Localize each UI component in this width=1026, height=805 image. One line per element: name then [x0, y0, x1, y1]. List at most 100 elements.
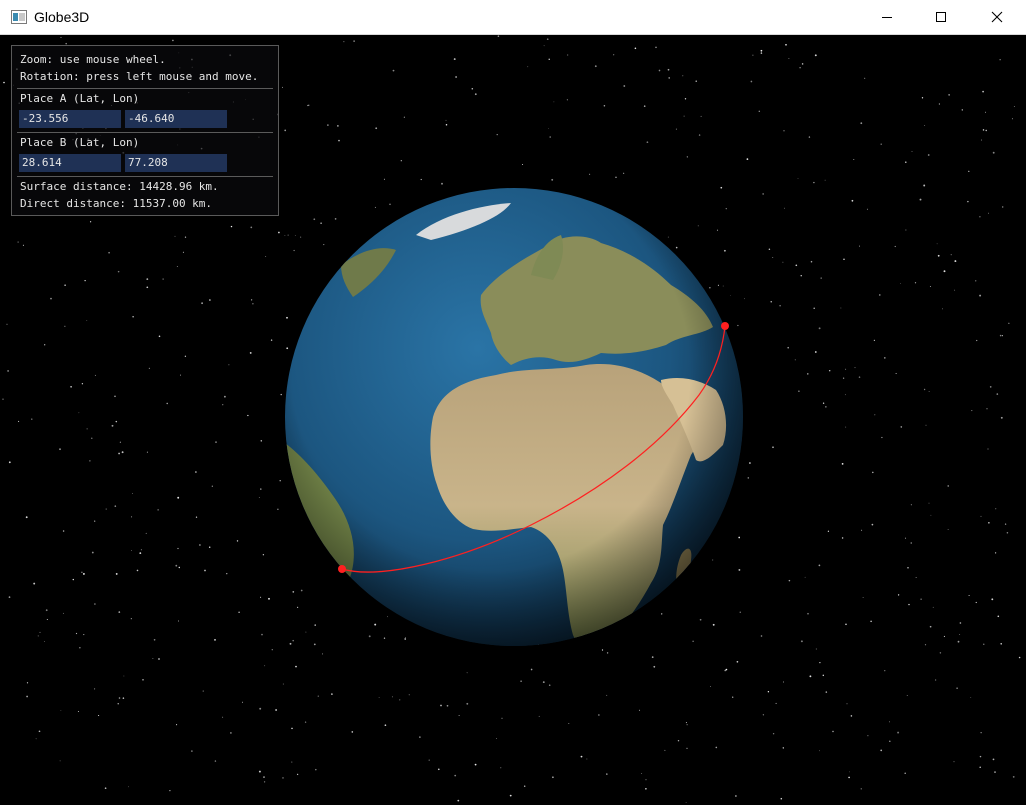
- star: [1008, 322, 1010, 324]
- place-b-lat-input[interactable]: [19, 154, 121, 172]
- star: [900, 426, 903, 428]
- star: [292, 639, 294, 642]
- star: [195, 471, 197, 473]
- star: [879, 294, 881, 296]
- star: [929, 625, 932, 628]
- star: [954, 289, 956, 291]
- star: [437, 768, 440, 771]
- star: [767, 691, 770, 693]
- star: [305, 631, 307, 633]
- star: [474, 93, 477, 96]
- star: [548, 684, 551, 686]
- title-bar[interactable]: Globe3D: [0, 0, 1026, 35]
- globe-viewport[interactable]: Zoom: use mouse wheel. Rotation: press l…: [1, 35, 1025, 803]
- star: [236, 540, 239, 542]
- star: [268, 597, 270, 600]
- star: [140, 549, 142, 551]
- star: [389, 203, 391, 206]
- star: [645, 787, 647, 790]
- star: [904, 772, 906, 775]
- star: [783, 681, 784, 683]
- direct-distance: Direct distance: 11537.00 km.: [20, 197, 213, 210]
- star: [131, 550, 132, 551]
- star: [391, 696, 393, 698]
- star: [586, 758, 588, 760]
- star: [686, 156, 688, 158]
- star: [1018, 656, 1021, 659]
- star: [546, 38, 549, 41]
- place-b-lon-input[interactable]: [125, 154, 227, 172]
- star: [176, 724, 178, 726]
- star: [501, 717, 503, 719]
- star: [117, 270, 120, 273]
- place-a-lon-input[interactable]: [125, 110, 227, 128]
- star: [936, 243, 938, 245]
- star: [768, 248, 771, 251]
- star: [291, 727, 293, 730]
- star: [81, 571, 83, 573]
- place-a-lat-input[interactable]: [19, 110, 121, 128]
- star: [111, 424, 114, 427]
- star: [70, 385, 72, 388]
- star: [98, 714, 100, 717]
- globe[interactable]: [284, 188, 743, 648]
- star: [825, 406, 827, 408]
- close-button[interactable]: [974, 0, 1020, 34]
- star: [184, 355, 187, 357]
- star: [553, 101, 555, 103]
- star: [979, 766, 981, 769]
- separator: [17, 176, 273, 177]
- globe-shading: [285, 188, 743, 646]
- star: [7, 369, 10, 372]
- star: [174, 235, 176, 237]
- star: [772, 733, 775, 735]
- star: [970, 697, 972, 698]
- star: [739, 611, 741, 613]
- star: [59, 760, 61, 762]
- star: [809, 675, 812, 678]
- star: [779, 304, 781, 307]
- star: [897, 731, 900, 734]
- star: [180, 374, 181, 376]
- star: [282, 86, 284, 88]
- star: [86, 320, 88, 321]
- star: [230, 225, 233, 228]
- maximize-button[interactable]: [918, 0, 964, 34]
- star: [819, 750, 820, 752]
- star: [441, 182, 443, 185]
- star: [980, 515, 982, 517]
- place-b-marker[interactable]: [721, 322, 729, 330]
- star: [230, 732, 232, 734]
- star: [199, 544, 201, 546]
- star: [999, 334, 1002, 337]
- star: [598, 714, 600, 716]
- star: [543, 45, 545, 47]
- star: [131, 516, 133, 518]
- minimize-button[interactable]: [864, 0, 910, 34]
- star: [874, 414, 876, 416]
- star: [182, 251, 184, 253]
- star: [538, 715, 540, 717]
- star: [979, 755, 982, 758]
- star: [801, 63, 804, 65]
- place-a-marker[interactable]: [338, 565, 346, 573]
- star: [613, 54, 615, 56]
- star: [825, 691, 828, 693]
- star: [894, 245, 896, 248]
- star: [374, 623, 377, 626]
- star: [1013, 106, 1015, 107]
- maximize-icon: [936, 12, 946, 22]
- star: [392, 69, 395, 72]
- star: [25, 516, 28, 519]
- star: [26, 682, 29, 684]
- star: [725, 208, 727, 210]
- star: [953, 761, 955, 763]
- star: [453, 58, 456, 61]
- star: [818, 564, 821, 567]
- star: [782, 747, 784, 749]
- star: [89, 221, 92, 223]
- star: [987, 448, 989, 450]
- star: [549, 136, 551, 138]
- star: [60, 709, 62, 711]
- star: [668, 77, 671, 79]
